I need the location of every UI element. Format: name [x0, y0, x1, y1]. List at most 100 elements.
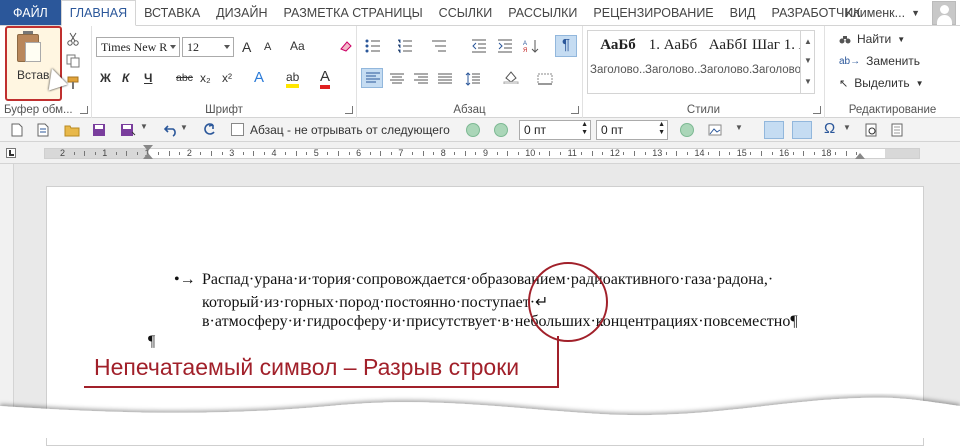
- format-painter-icon[interactable]: [66, 76, 80, 90]
- tab-mailings[interactable]: РАССЫЛКИ: [500, 0, 585, 25]
- justify-icon[interactable]: [437, 72, 453, 86]
- text-effects-button[interactable]: A: [254, 69, 264, 86]
- spacing-before-icon[interactable]: [466, 123, 480, 137]
- ruler-tick: [295, 151, 297, 156]
- chevron-down-icon[interactable]: ▼: [804, 56, 812, 65]
- borders-icon[interactable]: [537, 72, 553, 86]
- ruler-number: 5: [313, 148, 319, 158]
- more-icon[interactable]: ▼: [804, 77, 812, 86]
- page-icon[interactable]: [890, 123, 904, 137]
- torn-edge: [0, 397, 960, 438]
- tab-review[interactable]: РЕЦЕНЗИРОВАНИЕ: [585, 0, 721, 25]
- tab-file[interactable]: ФАЙЛ: [0, 0, 61, 25]
- ruler-number: 16: [779, 148, 790, 158]
- chevron-down-icon: [170, 45, 176, 49]
- numbering-icon[interactable]: [397, 39, 413, 53]
- strikethrough-button[interactable]: abc: [176, 72, 193, 84]
- multilevel-list-icon[interactable]: [431, 39, 447, 53]
- style-item[interactable]: АаБб Заголово...: [590, 37, 649, 76]
- font-color-button[interactable]: A: [320, 68, 331, 89]
- spacing-before-input[interactable]: 0 пт ▲ ▼: [519, 120, 591, 140]
- paste-button[interactable]: Встав: [5, 26, 68, 101]
- tab-home[interactable]: ГЛАВНАЯ: [60, 0, 137, 26]
- increase-indent-icon[interactable]: [497, 39, 513, 53]
- tab-page-layout[interactable]: РАЗМЕТКА СТРАНИЦЫ: [276, 0, 431, 25]
- tab-references[interactable]: ССЫЛКИ: [431, 0, 501, 25]
- spacing-icon[interactable]: [494, 123, 508, 137]
- user-name[interactable]: Клименк... ▼: [845, 0, 920, 26]
- cut-icon[interactable]: [66, 32, 80, 46]
- keep-with-next-checkbox[interactable]: [231, 123, 244, 136]
- horizontal-ruler[interactable]: 2 1 1 2 3 4 5 6 7 8 9 10 11 12 13 14 15 16 18: [0, 142, 960, 164]
- style-item[interactable]: Шаг 1. А Заголово...: [752, 37, 800, 76]
- copy-icon[interactable]: [66, 54, 80, 68]
- undo-icon[interactable]: [164, 123, 178, 137]
- chevron-down-icon[interactable]: ▼: [140, 122, 148, 131]
- chevron-up-icon[interactable]: ▲: [804, 37, 812, 46]
- shading-icon[interactable]: [503, 70, 519, 84]
- shrink-font-button[interactable]: A: [264, 41, 271, 53]
- empty-paragraph-mark[interactable]: ¶: [148, 333, 155, 351]
- ruler-tick: [803, 151, 805, 156]
- font-size-select[interactable]: 12: [182, 37, 234, 57]
- clipboard-launcher[interactable]: [80, 106, 88, 114]
- chevron-down-icon[interactable]: ▼: [843, 123, 851, 132]
- find-button[interactable]: Найти ▼: [839, 32, 905, 46]
- hanging-indent-marker[interactable]: [143, 153, 153, 159]
- show-formatting-button[interactable]: ¶: [555, 35, 577, 57]
- redo-icon[interactable]: [202, 123, 216, 137]
- line-spacing-icon[interactable]: [465, 72, 481, 86]
- new-from-template-icon[interactable]: [36, 123, 50, 137]
- superscript-button[interactable]: x²: [222, 71, 232, 85]
- insert-symbol-button[interactable]: Ω: [824, 120, 835, 137]
- highlight-button[interactable]: ab: [286, 70, 300, 88]
- ruler-tick: [306, 152, 308, 155]
- font-name-select[interactable]: Times New R: [96, 37, 180, 57]
- open-folder-icon[interactable]: [64, 123, 80, 137]
- spacing-after-icon[interactable]: [680, 123, 694, 137]
- first-line-indent-marker[interactable]: [143, 145, 153, 151]
- ruler-tick: [591, 151, 593, 156]
- change-case-button[interactable]: Aa: [290, 39, 305, 53]
- document-line-1[interactable]: Распад·урана·и·тория·сопровождается·обра…: [202, 271, 773, 289]
- chevron-down-icon[interactable]: ▼: [180, 123, 188, 132]
- new-document-icon[interactable]: [10, 123, 24, 137]
- font-launcher[interactable]: [345, 106, 353, 114]
- italic-button[interactable]: К: [122, 71, 129, 85]
- document-line-3[interactable]: в·атмосферу·и·гидросферу·и·присутствует·…: [202, 313, 798, 331]
- image-icon[interactable]: [708, 123, 722, 137]
- spacing-after-input[interactable]: 0 пт ▲ ▼: [596, 120, 668, 140]
- underline-button[interactable]: Ч: [144, 71, 152, 85]
- align-left-button[interactable]: [361, 68, 383, 88]
- avatar[interactable]: [932, 1, 956, 25]
- bold-button[interactable]: Ж: [100, 71, 111, 85]
- replace-button[interactable]: ab→ Заменить: [839, 54, 920, 68]
- style-item[interactable]: 1. АаБб Заголово...: [645, 37, 704, 76]
- tab-design[interactable]: ДИЗАЙН: [208, 0, 275, 25]
- styles-scroll[interactable]: ▲ ▼ ▼: [800, 31, 814, 93]
- save-icon[interactable]: [92, 123, 106, 137]
- grow-font-button[interactable]: A: [242, 39, 251, 55]
- decrease-indent-icon[interactable]: [471, 39, 487, 53]
- chevron-down-icon[interactable]: ▼: [735, 123, 743, 132]
- tab-view[interactable]: ВИД: [722, 0, 764, 25]
- save-as-icon[interactable]: [120, 123, 136, 137]
- select-button[interactable]: ↖ Выделить ▼: [839, 76, 924, 90]
- paragraph-launcher[interactable]: [571, 106, 579, 114]
- tab-insert[interactable]: ВСТАВКА: [136, 0, 208, 25]
- read-mode-button[interactable]: [792, 121, 812, 139]
- tab-selector[interactable]: [6, 148, 16, 158]
- sort-icon[interactable]: AЯ: [523, 39, 539, 53]
- editing-group: Найти ▼ ab→ Заменить ↖ Выделить ▼ Редактиров…: [825, 26, 960, 118]
- align-center-icon[interactable]: [389, 72, 405, 86]
- align-right-icon[interactable]: [413, 72, 429, 86]
- bullets-icon[interactable]: [365, 39, 381, 53]
- document-line-2[interactable]: который·из·горных·пород·постоянно·поступ…: [202, 292, 548, 312]
- style-item[interactable]: АаБбI Заголово...: [700, 37, 759, 76]
- clear-formatting-icon[interactable]: [338, 39, 352, 53]
- right-indent-marker[interactable]: [855, 153, 865, 159]
- styles-launcher[interactable]: [813, 106, 821, 114]
- print-layout-button[interactable]: [764, 121, 784, 139]
- print-preview-icon[interactable]: [864, 123, 878, 137]
- subscript-button[interactable]: x₂: [200, 71, 211, 85]
